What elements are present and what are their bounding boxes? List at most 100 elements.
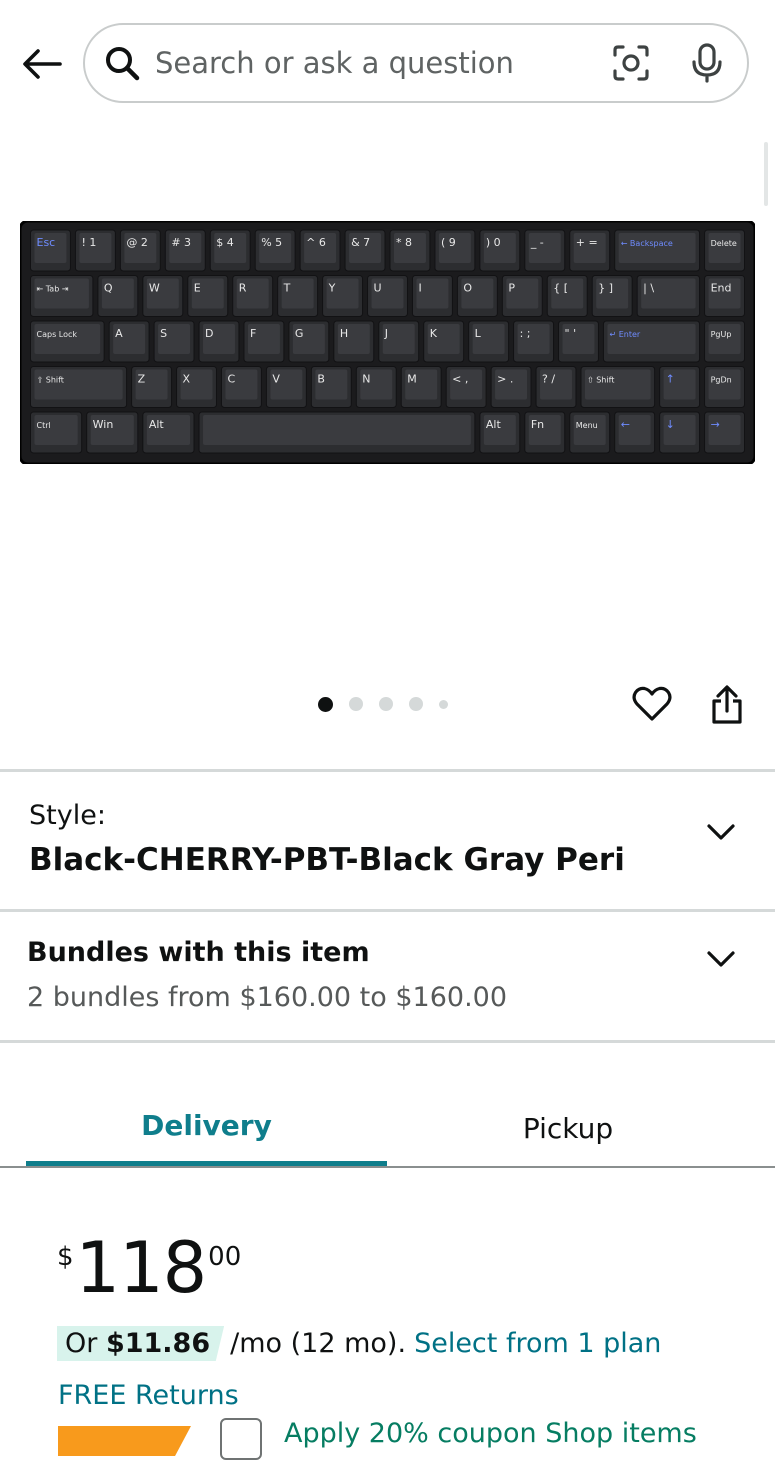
- style-selector[interactable]: [0, 772, 775, 909]
- carousel-dot-4: [409, 697, 423, 711]
- svg-text:↑: ↑: [666, 373, 675, 386]
- svg-text:> .: > .: [497, 373, 513, 386]
- keyboard-key: Y: [322, 275, 364, 317]
- camera-icon[interactable]: [609, 41, 653, 85]
- keyboard-key: A: [108, 320, 150, 363]
- keyboard-key: ⇧ Shift: [30, 366, 128, 408]
- keyboard-key: Q: [97, 275, 139, 317]
- svg-text:G: G: [295, 327, 304, 340]
- keyboard-key: Win: [86, 411, 139, 454]
- svg-text:← Backspace: ← Backspace: [621, 239, 673, 248]
- keyboard-key: ! 1: [74, 229, 116, 272]
- keyboard-key: < ,: [445, 366, 487, 408]
- carousel-dot-1: [318, 696, 333, 712]
- share-button[interactable]: [703, 680, 751, 730]
- keyboard-key: { [: [546, 275, 588, 317]
- carousel-dot-5: [439, 699, 448, 709]
- keyboard-key: F: [243, 320, 285, 363]
- product-image[interactable]: Esc ! 1 @ 2 # 3 $ 4 % 5 ^ 6 & 7 * 8 ( 9) 0 _ - + = ←…: [20, 221, 755, 464]
- divider: [0, 1040, 775, 1043]
- keyboard-key: % 5: [254, 229, 296, 272]
- keyboard-key: V: [265, 366, 307, 408]
- style-label: Style:: [29, 800, 106, 831]
- coupon-checkbox[interactable]: [220, 1418, 262, 1460]
- svg-text:⇤ Tab ⇥: ⇤ Tab ⇥: [37, 285, 69, 294]
- keyboard-key: G: [288, 320, 330, 363]
- svg-text:D: D: [205, 327, 213, 340]
- keyboard-key: } ]: [591, 275, 633, 317]
- style-value: Black-CHERRY-PBT-Black Gray Peri: [29, 842, 625, 878]
- svg-text:F: F: [250, 327, 256, 340]
- svg-text:↵ Enter: ↵ Enter: [609, 330, 640, 339]
- keyboard-key: X: [176, 366, 217, 408]
- tab-pickup[interactable]: Pickup: [387, 1090, 749, 1166]
- carousel-dot-3: [379, 697, 393, 711]
- plan-monthly: $11.86: [105, 1328, 211, 1359]
- wishlist-button[interactable]: [628, 680, 676, 728]
- bundles-section[interactable]: [0, 912, 775, 1040]
- svg-text:" ': " ': [565, 327, 577, 340]
- heart-icon: [632, 686, 672, 721]
- keyboard-key: ← Backspace: [614, 229, 701, 272]
- svg-text:< ,: < ,: [452, 373, 468, 386]
- select-plan-link[interactable]: Select from 1 plan: [414, 1328, 661, 1359]
- svg-text:M: M: [407, 373, 417, 386]
- keyboard-key: L: [468, 320, 510, 363]
- mic-icon[interactable]: [687, 41, 727, 85]
- svg-text:$ 4: $ 4: [216, 236, 234, 249]
- keyboard-key: W: [142, 275, 184, 317]
- keyboard-key: R: [232, 275, 274, 317]
- keyboard-key: ⇤ Tab ⇥: [30, 275, 94, 317]
- svg-text:| \: | \: [643, 282, 654, 295]
- keyboard-key: ↓: [659, 411, 701, 454]
- chevron-down-icon[interactable]: [701, 812, 741, 852]
- svg-text:+ =: + =: [576, 236, 598, 249]
- svg-text:Ctrl: Ctrl: [37, 421, 51, 430]
- scroll-indicator: [764, 142, 768, 206]
- keyboard-key: I: [411, 275, 453, 317]
- keyboard-key: Alt: [479, 411, 521, 454]
- price: $ 118 00: [57, 1232, 241, 1304]
- svg-text:Q: Q: [104, 282, 113, 295]
- free-returns-link[interactable]: FREE Returns: [58, 1380, 239, 1411]
- tab-delivery[interactable]: Delivery: [26, 1090, 387, 1166]
- svg-text:End: End: [711, 282, 732, 295]
- svg-text:C: C: [227, 373, 235, 386]
- svg-text:Menu: Menu: [576, 421, 598, 430]
- keyboard-key: Esc: [30, 229, 71, 272]
- svg-text:W: W: [149, 282, 160, 295]
- search-bar[interactable]: [83, 23, 749, 103]
- installment-plan: Or $11.86 /mo (12 mo). Select from 1 pla…: [57, 1326, 661, 1361]
- svg-text:Z: Z: [138, 373, 146, 386]
- svg-text:O: O: [463, 282, 472, 295]
- svg-text:) 0: ) 0: [486, 236, 501, 249]
- keyboard-key: E: [187, 275, 229, 317]
- keyboard-key: : ;: [513, 320, 555, 363]
- svg-text:( 9: ( 9: [441, 236, 456, 249]
- keyboard-key: | \: [636, 275, 701, 317]
- svg-text:^ 6: ^ 6: [306, 236, 326, 249]
- keyboard-key: & 7: [344, 229, 386, 272]
- svg-text:B: B: [317, 373, 325, 386]
- svg-text:{ [: { [: [553, 282, 568, 295]
- back-arrow-icon: [23, 49, 62, 79]
- keyboard-key: @ 2: [119, 229, 161, 272]
- svg-text:X: X: [183, 373, 191, 386]
- svg-text:# 3: # 3: [171, 236, 191, 249]
- coupon-text[interactable]: Apply 20% coupon Shop items: [284, 1418, 697, 1449]
- svg-text:⇧ Shift: ⇧ Shift: [37, 376, 64, 385]
- tabs-underline: [0, 1166, 775, 1168]
- keyboard-key: ( 9: [434, 229, 476, 272]
- svg-text:R: R: [239, 282, 247, 295]
- svg-text:Win: Win: [93, 418, 114, 431]
- svg-text:PgDn: PgDn: [711, 376, 732, 385]
- svg-text:→: →: [711, 418, 720, 431]
- keyboard-key: Menu: [569, 411, 611, 454]
- back-button[interactable]: [18, 40, 66, 88]
- svg-text:PgUp: PgUp: [711, 330, 732, 339]
- keyboard-key: ↑: [659, 366, 701, 408]
- chevron-down-icon[interactable]: [701, 939, 741, 979]
- svg-text:P: P: [508, 282, 515, 295]
- search-input[interactable]: [155, 46, 609, 80]
- svg-text:Caps Lock: Caps Lock: [37, 330, 78, 339]
